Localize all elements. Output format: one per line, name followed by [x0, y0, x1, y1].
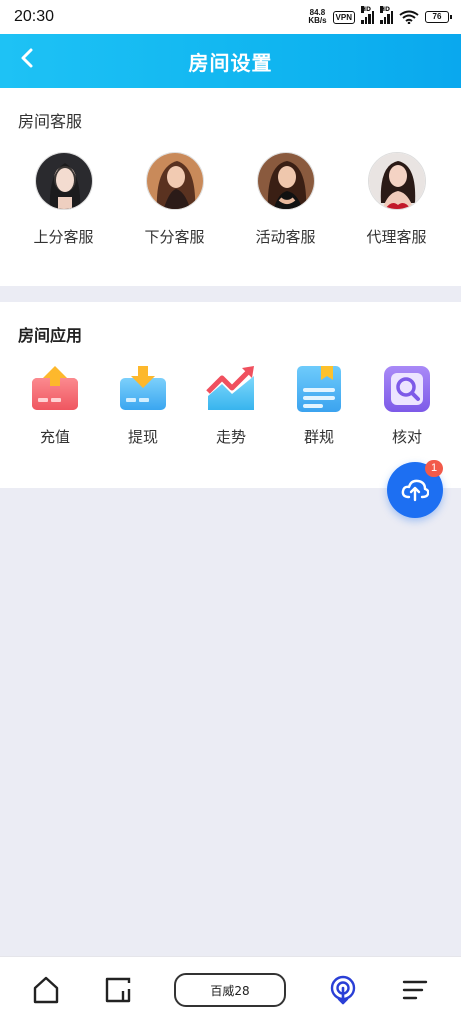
customer-service-section: 房间客服 上分客服 下分客服 活动客服 代理客服 [0, 88, 461, 286]
bottom-nav: 百威28 [0, 956, 461, 1024]
signal-icon: HD [361, 6, 374, 24]
app-label: 核对 [391, 428, 422, 446]
avatar [367, 152, 426, 210]
chevron-left-icon [21, 48, 33, 68]
trend-chart-icon [206, 366, 254, 410]
section-title: 房间客服 [18, 112, 83, 131]
upload-fab[interactable]: 1 [387, 460, 443, 518]
status-indicators: 84.8 KB/s VPN HD HD 76 [308, 6, 452, 25]
home-icon [33, 976, 59, 1004]
customer-service-list: 上分客服 下分客服 活动客服 代理客服 [0, 152, 461, 247]
home-button[interactable] [31, 975, 61, 1005]
avatar [256, 152, 315, 210]
cs-label: 上分客服 [33, 228, 94, 246]
group-rules-doc-icon [297, 366, 341, 412]
notification-badge: 1 [425, 460, 443, 477]
recharge-card-icon [32, 366, 78, 410]
app-label: 走势 [215, 428, 246, 446]
room-apps-list: 充值 提现 走势 群规 核对 [0, 364, 461, 447]
app-label: 群规 [303, 428, 334, 446]
app-header: 房间设置 [0, 34, 461, 88]
hd-label: HD [380, 6, 391, 13]
app-group-rules[interactable]: 群规 [275, 364, 363, 447]
center-pill-label: 百威28 [210, 983, 250, 998]
app-label: 充值 [39, 428, 70, 446]
signal-icon: HD [380, 6, 393, 24]
app-label: 提现 [127, 428, 158, 446]
screen-button[interactable] [103, 975, 133, 1005]
wifi-icon [399, 10, 419, 24]
avatar [145, 152, 204, 210]
page-title: 房间设置 [188, 50, 273, 75]
withdraw-card-icon [120, 366, 166, 410]
screen-frame-icon [105, 977, 131, 1003]
hd-label: HD [361, 6, 372, 13]
cs-label: 下分客服 [144, 228, 205, 246]
status-time: 20:30 [14, 8, 55, 25]
section-title: 房间应用 [18, 326, 83, 345]
cs-label: 代理客服 [366, 228, 427, 246]
cs-item-agent[interactable]: 代理客服 [341, 152, 452, 247]
status-bar: 20:30 84.8 KB/s VPN HD HD 76 [0, 0, 461, 34]
menu-button[interactable] [400, 975, 430, 1005]
avatar [34, 152, 93, 210]
cs-item-downscore[interactable]: 下分客服 [119, 152, 230, 247]
room-apps-section: 房间应用 充值 提现 走势 群规 核对 [0, 302, 461, 488]
center-pill-button[interactable]: 百威28 [174, 973, 286, 1007]
back-button[interactable] [14, 44, 44, 74]
app-withdraw[interactable]: 提现 [99, 364, 187, 447]
network-speed: 84.8 KB/s [308, 9, 326, 25]
app-verify[interactable]: 核对 [363, 364, 451, 447]
cs-label: 活动客服 [255, 228, 316, 246]
cloud-upload-icon [401, 479, 429, 502]
app-trend[interactable]: 走势 [187, 364, 275, 447]
app-recharge[interactable]: 充值 [11, 364, 99, 447]
menu-icon [402, 980, 428, 1000]
broadcast-button[interactable] [328, 975, 358, 1005]
network-speed-unit: KB/s [308, 16, 327, 25]
cs-item-activity[interactable]: 活动客服 [230, 152, 341, 247]
broadcast-icon [330, 975, 356, 1005]
vpn-icon: VPN [332, 10, 355, 24]
cs-item-upscore[interactable]: 上分客服 [8, 152, 119, 247]
verify-search-icon [384, 366, 430, 412]
battery-icon: 76 [425, 11, 452, 23]
